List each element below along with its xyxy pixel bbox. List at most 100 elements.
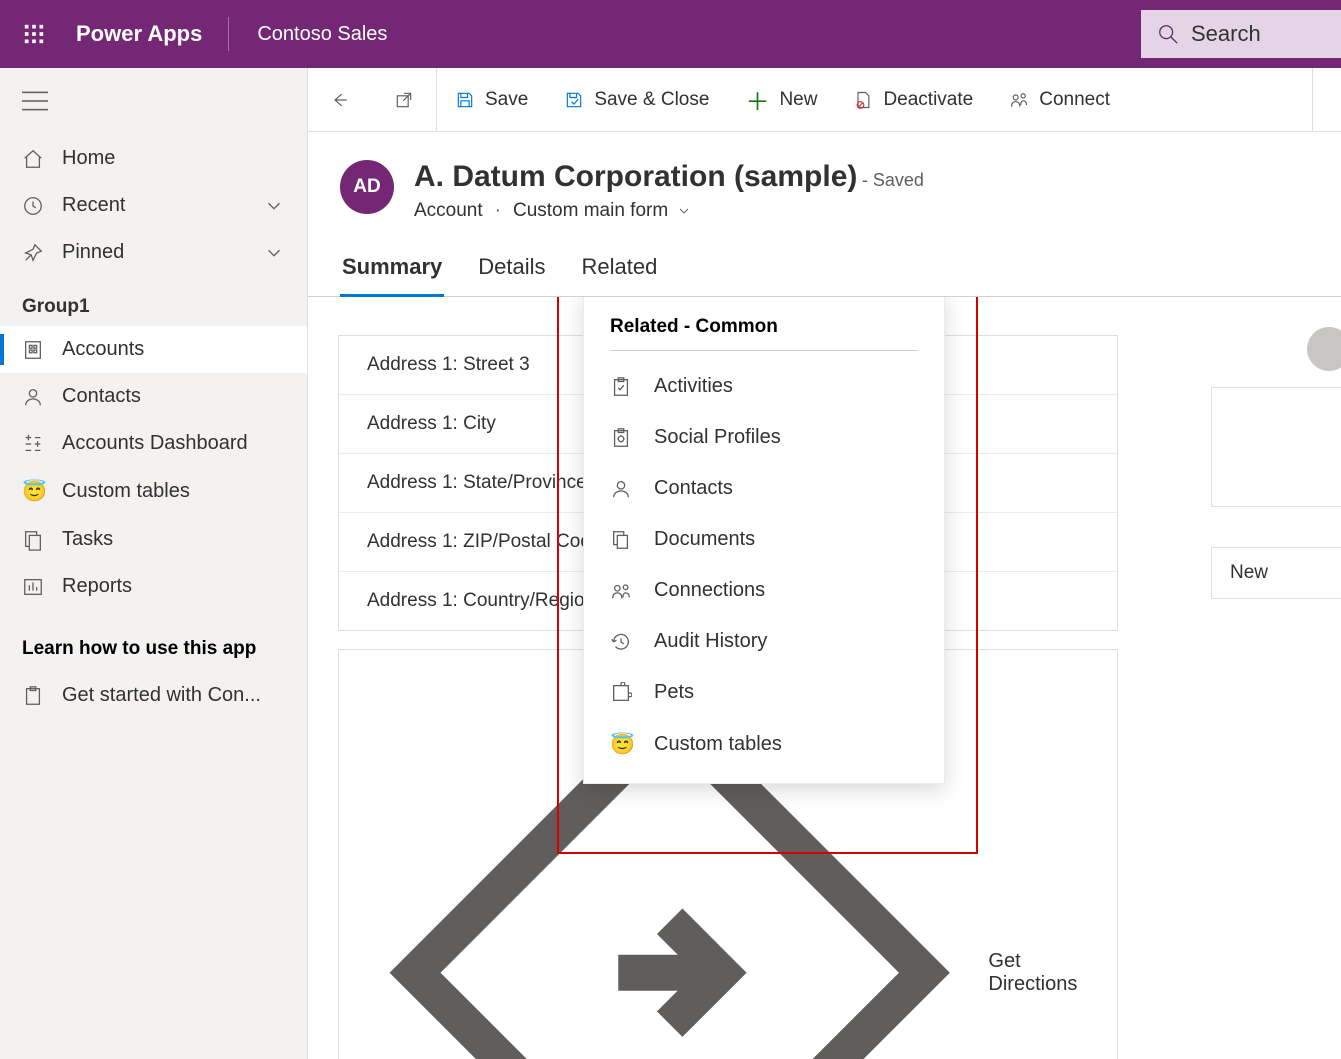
related-social-profiles[interactable]: Social Profiles bbox=[584, 412, 944, 463]
emoji-icon: 😇 bbox=[22, 479, 44, 504]
nav-pinned[interactable]: Pinned bbox=[0, 229, 307, 276]
save-close-icon bbox=[564, 90, 584, 110]
connect-button[interactable]: Connect bbox=[991, 68, 1128, 131]
nav-recent[interactable]: Recent bbox=[0, 182, 307, 229]
field-label: Address 1: ZIP/Postal Code bbox=[367, 531, 607, 553]
avatar-placeholder bbox=[1307, 327, 1341, 371]
dd-label: Contacts bbox=[654, 477, 733, 500]
history-icon bbox=[610, 631, 632, 653]
saved-indicator: - Saved bbox=[862, 170, 924, 190]
right-panel: New bbox=[1211, 327, 1341, 639]
related-connections[interactable]: Connections bbox=[584, 565, 944, 616]
tasks-icon bbox=[22, 529, 44, 551]
save-button[interactable]: Save bbox=[437, 68, 546, 131]
nav-label: Tasks bbox=[62, 528, 113, 551]
dd-label: Social Profiles bbox=[654, 426, 781, 449]
sidebar-get-started[interactable]: Get started with Con... bbox=[0, 672, 307, 719]
cmd-label: Save bbox=[485, 89, 528, 111]
dd-label: Audit History bbox=[654, 630, 767, 653]
field-label: Address 1: State/Province bbox=[367, 472, 607, 494]
puzzle-icon bbox=[610, 682, 632, 704]
record-title: A. Datum Corporation (sample) bbox=[414, 160, 857, 193]
accounts-icon bbox=[22, 339, 44, 361]
search-box[interactable]: Search bbox=[1141, 10, 1341, 58]
nav-label: Pinned bbox=[62, 241, 124, 264]
person-icon bbox=[610, 478, 632, 500]
form-body: New Address 1: Street 3 Address 1: City … bbox=[308, 297, 1341, 1059]
app-launcher-button[interactable] bbox=[0, 23, 68, 45]
dd-label: Pets bbox=[654, 681, 694, 704]
sidebar-item-accounts[interactable]: Accounts bbox=[0, 326, 307, 373]
person-icon bbox=[22, 386, 44, 408]
nav-label: Accounts bbox=[62, 338, 144, 361]
related-audit-history[interactable]: Audit History bbox=[584, 616, 944, 667]
field-label: Address 1: City bbox=[367, 413, 607, 435]
clipboard-check-icon bbox=[610, 376, 632, 398]
chevron-down-icon bbox=[263, 195, 285, 217]
deactivate-icon bbox=[853, 90, 873, 110]
dd-label: Documents bbox=[654, 528, 755, 551]
cmd-label: Save & Close bbox=[594, 89, 709, 111]
home-icon bbox=[22, 148, 44, 170]
nav-label: Custom tables bbox=[62, 480, 190, 503]
nav-label: Contacts bbox=[62, 385, 141, 408]
get-directions-label: Get Directions bbox=[988, 950, 1095, 996]
nav-home[interactable]: Home bbox=[0, 135, 307, 182]
field-label: Address 1: Country/Region bbox=[367, 590, 607, 612]
related-documents[interactable]: Documents bbox=[584, 514, 944, 565]
dd-label: Custom tables bbox=[654, 733, 782, 756]
nav-label: Home bbox=[62, 147, 115, 170]
tab-details[interactable]: Details bbox=[476, 248, 547, 296]
dd-label: Activities bbox=[654, 375, 733, 398]
tab-related[interactable]: Related bbox=[580, 248, 660, 296]
main-area: Save Save & Close ＋ New Deactivate Conne… bbox=[308, 68, 1341, 1059]
chevron-down-icon bbox=[263, 242, 285, 264]
record-header: AD A. Datum Corporation (sample) - Saved… bbox=[308, 132, 1341, 240]
nav-label: Recent bbox=[62, 194, 125, 217]
related-dropdown: Related - Common Activities Social Profi… bbox=[583, 297, 945, 784]
hamburger-button[interactable] bbox=[0, 76, 307, 135]
more-commands-button[interactable] bbox=[1312, 68, 1341, 131]
related-pets[interactable]: Pets bbox=[584, 667, 944, 718]
save-close-button[interactable]: Save & Close bbox=[546, 68, 727, 131]
documents-icon bbox=[610, 529, 632, 551]
nav-label: Accounts Dashboard bbox=[62, 432, 248, 455]
entity-name: Account bbox=[414, 200, 483, 222]
nav-label: Reports bbox=[62, 575, 132, 598]
clock-icon bbox=[22, 195, 44, 217]
sidebar-item-dashboard[interactable]: Accounts Dashboard bbox=[0, 420, 307, 467]
emoji-icon: 😇 bbox=[610, 732, 632, 757]
form-selector[interactable]: Custom main form bbox=[513, 200, 692, 222]
dd-label: Connections bbox=[654, 579, 765, 602]
sidebar-group-header: Group1 bbox=[0, 276, 307, 326]
dropdown-header: Related - Common bbox=[610, 316, 918, 351]
command-bar: Save Save & Close ＋ New Deactivate Conne… bbox=[308, 68, 1341, 132]
field-label: Address 1: Street 3 bbox=[367, 354, 607, 376]
sidebar: Home Recent Pinned Group1 Accounts Conta… bbox=[0, 68, 308, 1059]
back-arrow-icon bbox=[330, 90, 350, 110]
deactivate-button[interactable]: Deactivate bbox=[835, 68, 991, 131]
dashboard-icon bbox=[22, 433, 44, 455]
hamburger-icon bbox=[22, 90, 48, 112]
tab-summary[interactable]: Summary bbox=[340, 248, 444, 297]
search-placeholder: Search bbox=[1191, 21, 1261, 47]
open-new-window-button[interactable] bbox=[372, 68, 437, 131]
cmd-label: New bbox=[779, 89, 817, 111]
sidebar-item-contacts[interactable]: Contacts bbox=[0, 373, 307, 420]
new-button[interactable]: ＋ New bbox=[727, 68, 835, 131]
sidebar-item-tasks[interactable]: Tasks bbox=[0, 516, 307, 563]
sidebar-item-custom-tables[interactable]: 😇 Custom tables bbox=[0, 467, 307, 516]
connect-icon bbox=[1009, 90, 1029, 110]
related-custom-tables[interactable]: 😇 Custom tables bbox=[584, 718, 944, 771]
separator-dot: · bbox=[495, 200, 501, 222]
related-contacts[interactable]: Contacts bbox=[584, 463, 944, 514]
popout-icon bbox=[394, 90, 414, 110]
clipboard-icon bbox=[22, 685, 44, 707]
related-activities[interactable]: Activities bbox=[584, 361, 944, 412]
clipboard-gear-icon bbox=[610, 427, 632, 449]
nav-label: Get started with Con... bbox=[62, 684, 261, 707]
back-button[interactable] bbox=[308, 68, 372, 131]
reports-icon bbox=[22, 576, 44, 598]
sidebar-item-reports[interactable]: Reports bbox=[0, 563, 307, 610]
org-name: Contoso Sales bbox=[229, 23, 415, 46]
